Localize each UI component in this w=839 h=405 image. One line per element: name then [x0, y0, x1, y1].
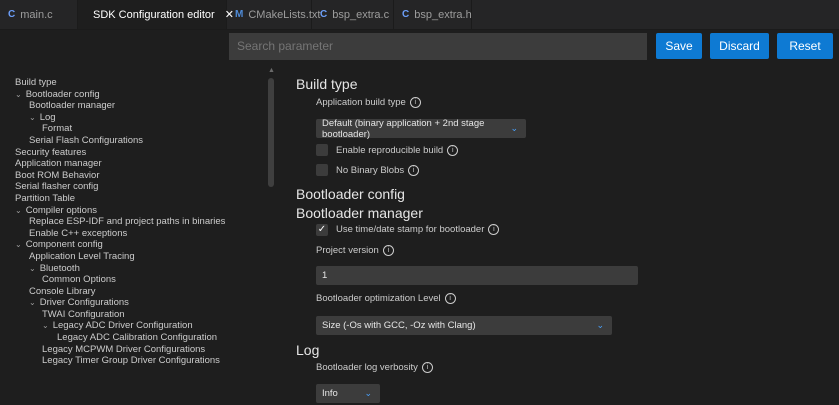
chevron-down-icon: ⌄: [510, 123, 518, 133]
app-build-type-label: Application build type i: [316, 97, 421, 108]
tab-label: CMakeLists.txt: [248, 8, 321, 21]
section-heading-log: Log: [296, 342, 320, 358]
log-verbosity-label: Bootloader log verbosity i: [316, 362, 433, 373]
reproducible-build-label: Enable reproducible build i: [336, 145, 459, 156]
info-icon[interactable]: i: [447, 145, 459, 156]
tree-item-application-level-tracing[interactable]: Application Level Tracing: [15, 251, 225, 263]
tree-item-legacy-timer-group[interactable]: Legacy Timer Group Driver Configurations: [15, 355, 225, 367]
section-heading-bootloader-config: Bootloader config: [296, 186, 405, 202]
no-binary-blobs-label: No Binary Blobs i: [336, 165, 420, 176]
tab-label: main.c: [20, 8, 53, 21]
chevron-down-icon[interactable]: ⌄: [15, 206, 22, 215]
tab-bsp-extra-c[interactable]: C bsp_extra.c: [312, 0, 394, 29]
chevron-down-icon[interactable]: ⌄: [15, 240, 22, 249]
tree-item-enable-cpp-exceptions[interactable]: Enable C++ exceptions: [15, 228, 225, 240]
tree-item-format[interactable]: Format: [15, 123, 225, 135]
tree-item-partition-table[interactable]: Partition Table: [15, 193, 225, 205]
chevron-down-icon[interactable]: ⌄: [15, 90, 22, 99]
config-main-panel: Build type Application build type i Defau…: [296, 66, 836, 405]
reproducible-build-checkbox[interactable]: [316, 144, 328, 156]
log-verbosity-select[interactable]: Info ⌄: [316, 384, 380, 403]
section-heading-bootloader-manager: Bootloader manager: [296, 205, 423, 221]
sidebar-scrollbar[interactable]: [268, 78, 274, 187]
cmake-file-icon: M: [235, 9, 244, 20]
info-icon[interactable]: i: [409, 97, 421, 108]
tab-label: bsp_extra.c: [332, 8, 390, 21]
tree-item-component-config[interactable]: ⌄ Component config: [15, 239, 225, 251]
tree-item-legacy-mcpwm[interactable]: Legacy MCPWM Driver Configurations: [15, 344, 225, 356]
tree-item-console-library[interactable]: Console Library: [15, 286, 225, 298]
scroll-up-arrow-icon[interactable]: ▲: [268, 67, 275, 74]
project-version-input[interactable]: 1: [316, 266, 638, 285]
timestamp-checkbox[interactable]: ✓: [316, 224, 328, 236]
tree-item-twai-configuration[interactable]: TWAI Configuration: [15, 309, 225, 321]
section-heading-build-type: Build type: [296, 76, 358, 92]
search-input[interactable]: [229, 33, 647, 60]
tree-item-legacy-adc-driver[interactable]: ⌄ Legacy ADC Driver Configuration: [15, 320, 225, 332]
reset-button[interactable]: Reset: [777, 33, 833, 59]
info-icon[interactable]: i: [421, 362, 433, 373]
chevron-down-icon: ⌄: [364, 388, 372, 398]
info-icon[interactable]: i: [488, 224, 500, 235]
info-icon[interactable]: i: [444, 293, 456, 304]
config-tree: Build type ⌄ Bootloader config Bootloader…: [15, 77, 225, 367]
app-build-type-select[interactable]: Default (binary application + 2nd stage …: [316, 118, 526, 140]
tab-cmakelists[interactable]: M CMakeLists.txt: [227, 0, 320, 29]
tree-item-replace-paths[interactable]: Replace ESP-IDF and project paths in bin…: [15, 216, 225, 228]
chevron-down-icon[interactable]: ⌄: [29, 113, 36, 122]
chevron-down-icon[interactable]: ⌄: [29, 298, 36, 307]
info-icon[interactable]: i: [408, 165, 420, 176]
tree-item-boot-rom-behavior[interactable]: Boot ROM Behavior: [15, 170, 225, 182]
project-version-label: Project version i: [316, 245, 394, 256]
optimization-level-select[interactable]: Size (-Os with GCC, -Oz with Clang) ⌄: [316, 316, 612, 335]
c-file-icon: C: [320, 9, 328, 20]
tree-item-bootloader-config[interactable]: ⌄ Bootloader config: [15, 89, 225, 101]
timestamp-label: Use time/date stamp for bootloader i: [336, 224, 500, 235]
chevron-down-icon: ⌄: [596, 320, 604, 330]
tree-item-serial-flasher-config[interactable]: Serial flasher config: [15, 181, 225, 193]
optimization-level-label: Bootloader optimization Level i: [316, 293, 456, 304]
info-icon[interactable]: i: [382, 245, 394, 256]
tree-item-log[interactable]: ⌄ Log: [15, 112, 225, 124]
tree-item-security-features[interactable]: Security features: [15, 147, 225, 159]
chevron-down-icon[interactable]: ⌄: [29, 264, 36, 273]
tab-label: SDK Configuration editor: [93, 8, 215, 21]
tree-item-bluetooth[interactable]: ⌄ Bluetooth: [15, 263, 225, 275]
chevron-down-icon[interactable]: ⌄: [42, 321, 49, 330]
tree-item-compiler-options[interactable]: ⌄ Compiler options: [15, 205, 225, 217]
tree-item-build-type[interactable]: Build type: [15, 77, 225, 89]
toolbar: Save Discard Reset: [0, 29, 839, 65]
c-file-icon: C: [8, 9, 16, 20]
c-header-file-icon: C: [402, 9, 410, 20]
save-button[interactable]: Save: [656, 33, 702, 59]
tab-bsp-extra-h[interactable]: C bsp_extra.h: [394, 0, 472, 29]
discard-button[interactable]: Discard: [710, 33, 769, 59]
tab-sdk-configuration-editor[interactable]: SDK Configuration editor ✕: [78, 0, 234, 29]
tree-item-bootloader-manager[interactable]: Bootloader manager: [15, 100, 225, 112]
tab-label: bsp_extra.h: [414, 8, 472, 21]
tree-item-common-options[interactable]: Common Options: [15, 274, 225, 286]
tree-item-application-manager[interactable]: Application manager: [15, 158, 225, 170]
config-tree-sidebar: Build type ⌄ Bootloader config Bootloader…: [0, 66, 262, 405]
tab-main-c[interactable]: C main.c: [0, 0, 78, 29]
no-binary-blobs-checkbox[interactable]: [316, 164, 328, 176]
tree-item-serial-flash-configurations[interactable]: Serial Flash Configurations: [15, 135, 225, 147]
tree-item-driver-configurations[interactable]: ⌄ Driver Configurations: [15, 297, 225, 309]
tree-item-legacy-adc-calibration[interactable]: Legacy ADC Calibration Configuration: [15, 332, 225, 344]
tab-bar: C main.c SDK Configuration editor ✕ M CM…: [0, 0, 839, 30]
